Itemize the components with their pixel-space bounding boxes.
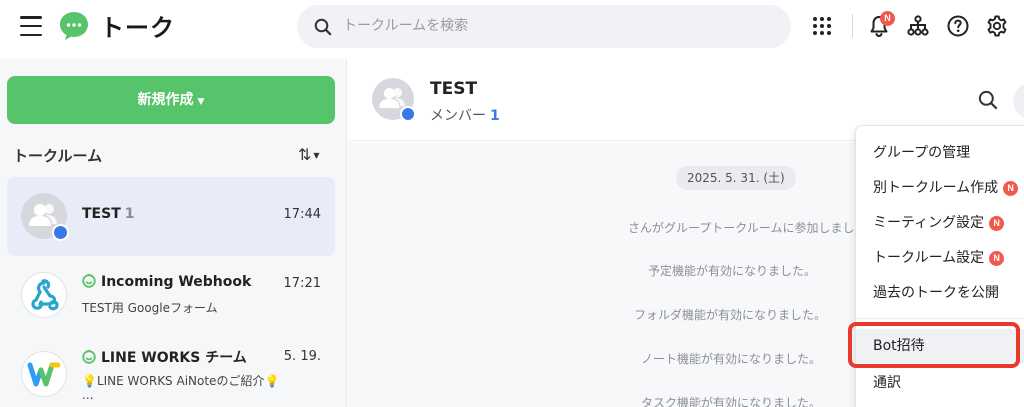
room-name: TEST 1 [82, 206, 135, 222]
room-preview: 💡LINE WORKS AiNoteのご紹介💡 [82, 374, 280, 388]
org-chart-icon[interactable] [906, 14, 930, 38]
notification-badge: N [880, 11, 895, 26]
room-time: 5. 19. [283, 349, 321, 364]
gear-icon[interactable] [985, 14, 1009, 38]
talk-room-item[interactable]: Incoming Webhook 17:21 TEST用 Googleフォーム [7, 256, 335, 335]
system-message: さんがグループトークルームに参加しました。 [628, 221, 879, 235]
sort-button[interactable]: ⇅ ▼ [298, 145, 320, 164]
webhook-icon [31, 279, 59, 311]
chat-group-avatar[interactable] [372, 78, 416, 122]
caret-down-icon: ▼ [197, 97, 205, 107]
chat-search-icon[interactable] [978, 90, 998, 110]
system-message: 予定機能が有効になりました。 [648, 264, 817, 278]
header-divider [852, 14, 853, 38]
group-avatar [21, 193, 69, 241]
room-name: LINE WORKS チーム [82, 347, 247, 367]
chat-title: TEST [430, 79, 478, 99]
talk-rooms-heading: トークルーム [13, 147, 103, 165]
search-bar[interactable] [297, 5, 791, 48]
menu-divider [856, 318, 1024, 319]
system-message: ノート機能が有効になりました。 [641, 352, 822, 366]
bot-invite-highlight [848, 322, 1020, 368]
apps-grid-icon[interactable] [810, 14, 834, 38]
talk-sidebar: 新規作成 ▼ トークルーム ⇅ ▼ TEST 1 17:44 Incoming … [0, 59, 347, 407]
new-badge: N [989, 216, 1005, 231]
top-header: トーク N [0, 0, 1024, 56]
menu-item-interpreter[interactable]: 通訳 [856, 366, 1024, 400]
date-separator: 2025. 5. 31. (土) [676, 166, 796, 190]
sort-icon: ⇅ [298, 145, 312, 164]
member-count[interactable]: メンバー 1 [430, 105, 500, 125]
bot-icon [82, 350, 96, 364]
page-title: トーク [100, 14, 175, 42]
menu-item-group-manage[interactable]: グループの管理 [856, 136, 1024, 170]
bot-icon [82, 274, 96, 288]
menu-item-publish-history[interactable]: 過去のトークを公開 [856, 276, 1024, 310]
menu-item-room-settings[interactable]: トークルーム設定 N [856, 241, 1024, 275]
system-message: フォルダ機能が有効になりました。 [634, 308, 827, 322]
group-badge-icon [52, 224, 69, 241]
lineworks-logo-icon [27, 362, 61, 387]
new-badge: N [1003, 181, 1019, 196]
talk-room-item[interactable]: LINE WORKS チーム 5. 19. 💡LINE WORKS AiNote… [7, 331, 335, 407]
menu-item-new-room[interactable]: 別トークルーム作成 N [856, 171, 1024, 205]
webhook-avatar [21, 272, 67, 318]
talk-room-item[interactable]: TEST 1 17:44 [7, 177, 335, 256]
group-badge-icon [400, 106, 416, 122]
new-create-button[interactable]: 新規作成 ▼ [7, 76, 335, 124]
search-input[interactable] [343, 14, 763, 38]
room-preview-continued: ... [82, 388, 94, 402]
talk-logo-icon [60, 12, 88, 40]
room-preview: TEST用 Googleフォーム [82, 301, 218, 315]
room-time: 17:44 [283, 207, 321, 222]
caret-down-icon: ▼ [313, 151, 320, 160]
room-time: 17:21 [283, 276, 321, 291]
room-name: Incoming Webhook [82, 274, 251, 290]
lineworks-avatar [21, 351, 67, 397]
search-icon [314, 18, 332, 36]
new-create-label: 新規作成 [137, 92, 194, 108]
app-window: トーク N [0, 0, 1024, 407]
menu-item-meeting-settings[interactable]: ミーティング設定 N [856, 206, 1024, 240]
more-options-button[interactable] [1013, 83, 1024, 119]
new-badge: N [989, 251, 1005, 266]
menu-icon[interactable] [20, 16, 42, 36]
help-icon[interactable] [946, 14, 970, 38]
system-message: タスク機能が有効になりました。 [641, 396, 822, 407]
